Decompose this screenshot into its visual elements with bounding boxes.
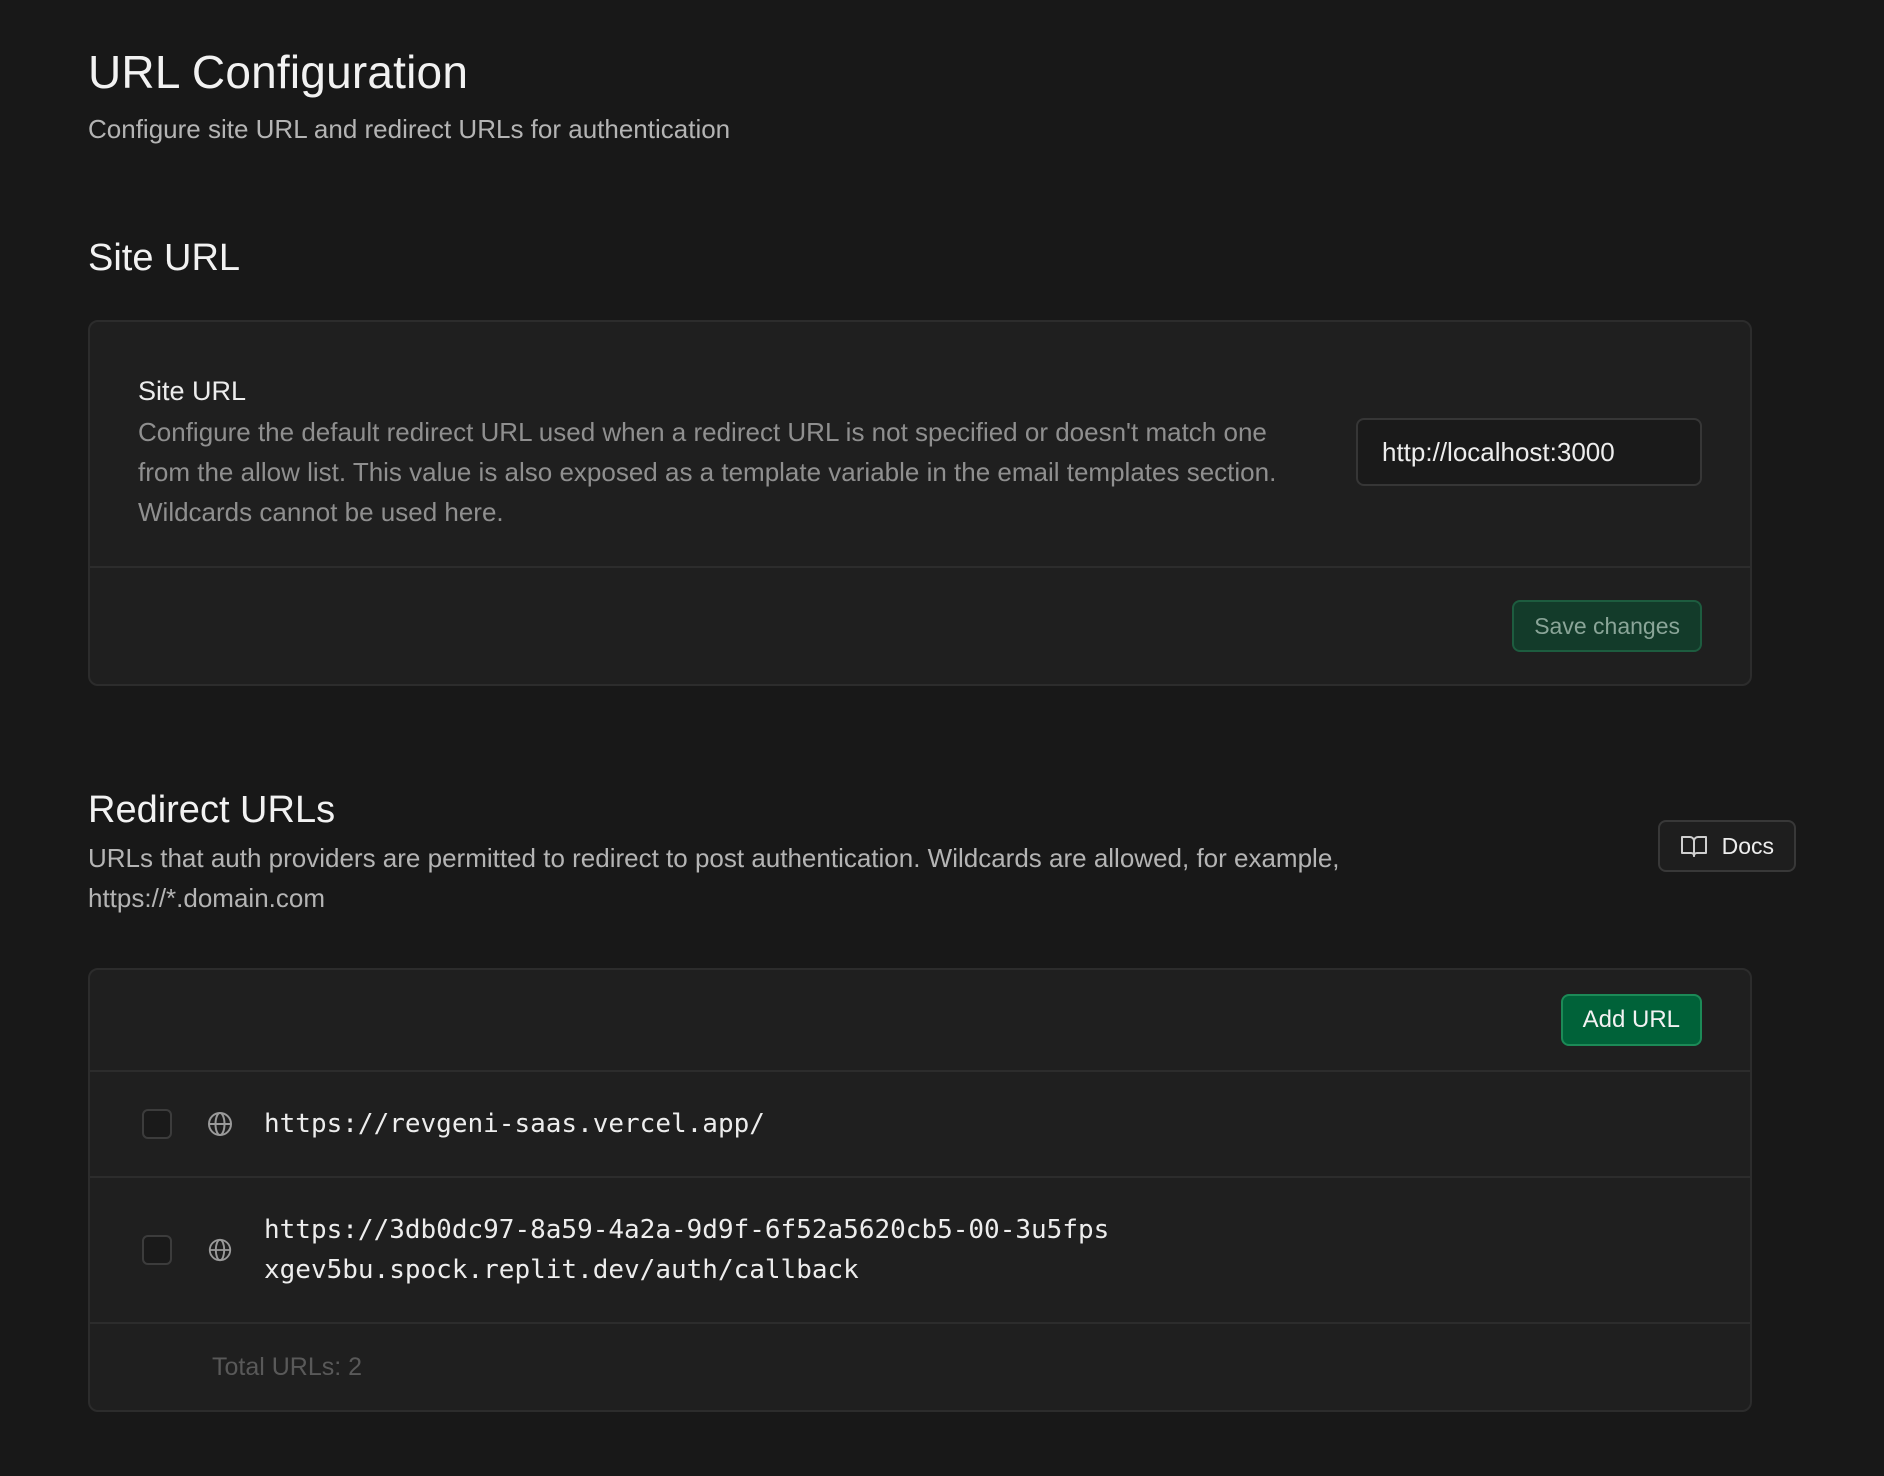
site-url-input[interactable] (1356, 418, 1702, 486)
redirect-url-text: https://revgeni-saas.vercel.app/ (264, 1109, 765, 1139)
docs-button[interactable]: Docs (1657, 820, 1796, 872)
book-icon (1680, 834, 1708, 858)
docs-button-label: Docs (1721, 832, 1774, 859)
redirect-urls-header: Redirect URLs URLs that auth providers a… (88, 786, 1796, 918)
site-url-section: Site URL Site URL Configure the default … (88, 234, 1796, 686)
page-header: URL Configuration Configure site URL and… (88, 0, 1796, 146)
page-subtitle: Configure site URL and redirect URLs for… (88, 114, 731, 144)
site-url-text-block: Site URL Configure the default redirect … (138, 374, 1278, 532)
page-title: URL Configuration (88, 46, 469, 98)
site-url-description: Configure the default redirect URL used … (138, 417, 1277, 527)
url-configuration-page: URL Configuration Configure site URL and… (0, 0, 1884, 1476)
site-url-section-title: Site URL (88, 237, 241, 279)
total-urls-count: Total URLs: 2 (212, 1352, 363, 1381)
site-url-label: Site URL (138, 376, 247, 406)
redirect-urls-section-title: Redirect URLs (88, 789, 336, 831)
redirect-urls-footer: Total URLs: 2 (90, 1324, 1750, 1410)
redirect-url-checkbox[interactable] (142, 1109, 172, 1139)
redirect-urls-heading-block: Redirect URLs URLs that auth providers a… (88, 786, 1508, 918)
redirect-url-text: https://3db0dc97-8a59-4a2a-9d9f-6f52a562… (264, 1215, 1110, 1285)
redirect-urls-toolbar: Add URL (90, 970, 1750, 1072)
redirect-url-row: https://revgeni-saas.vercel.app/ (90, 1072, 1750, 1178)
redirect-urls-section: Redirect URLs URLs that auth providers a… (88, 786, 1796, 1412)
globe-icon (206, 1110, 234, 1138)
redirect-urls-description: URLs that auth providers are permitted t… (88, 843, 1340, 913)
site-url-row: Site URL Configure the default redirect … (90, 322, 1750, 568)
globe-icon (206, 1236, 234, 1264)
redirect-urls-card: Add URL https://revgeni-saas.vercel.app/ (88, 968, 1752, 1412)
redirect-url-checkbox[interactable] (142, 1235, 172, 1265)
save-changes-button[interactable]: Save changes (1512, 600, 1702, 652)
site-url-card: Site URL Configure the default redirect … (88, 320, 1752, 686)
add-url-button[interactable]: Add URL (1560, 994, 1702, 1046)
redirect-url-row: https://3db0dc97-8a59-4a2a-9d9f-6f52a562… (90, 1178, 1750, 1324)
site-url-card-footer: Save changes (90, 568, 1750, 684)
